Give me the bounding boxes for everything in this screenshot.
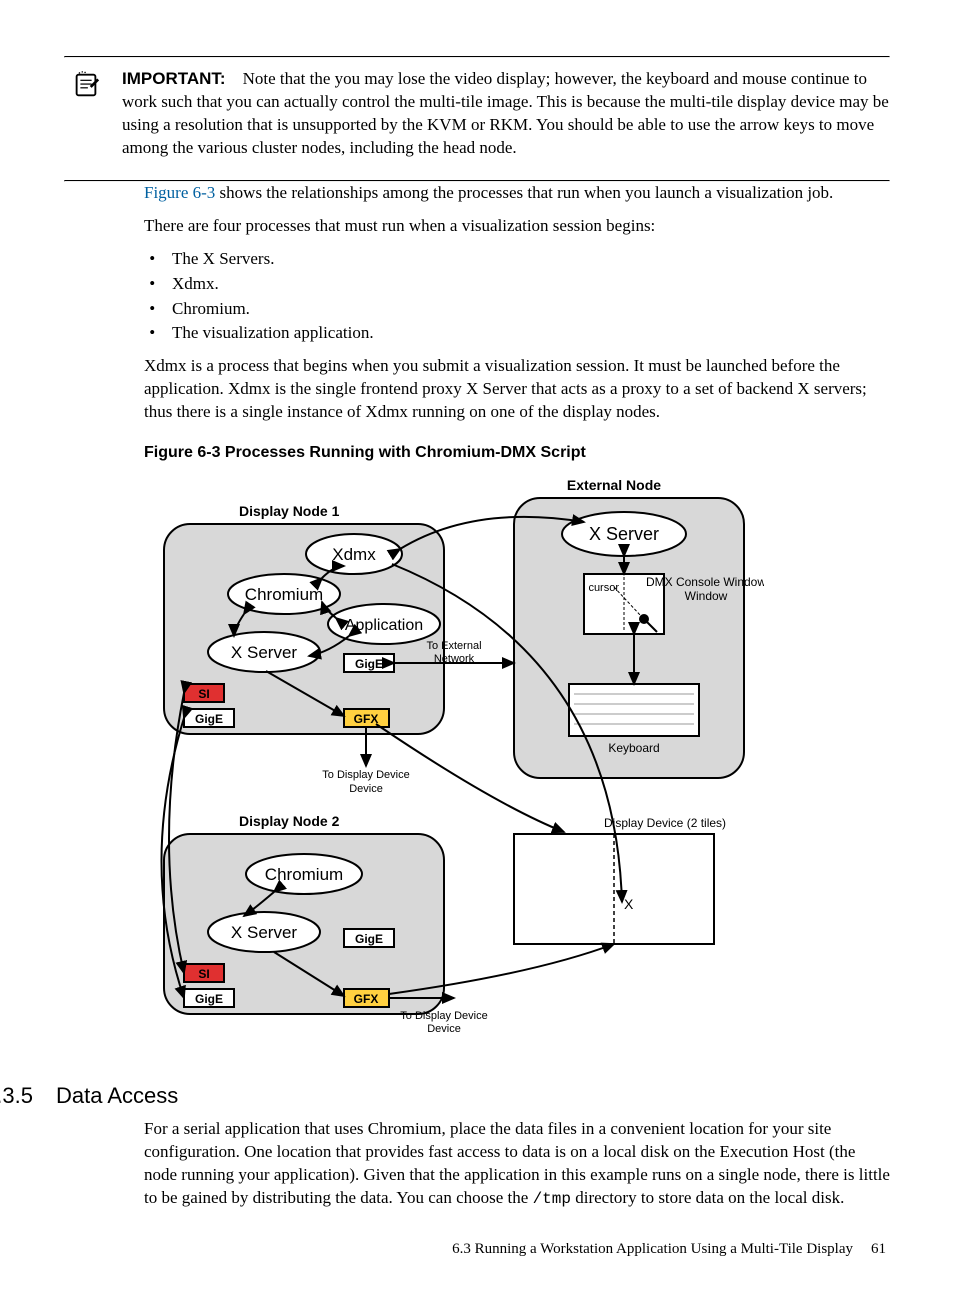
svg-text:GigE: GigE	[355, 657, 383, 671]
svg-text:Chromium: Chromium	[245, 585, 323, 604]
important-note: IMPORTANT: Note that the you may lose th…	[64, 58, 890, 180]
svg-text:Network: Network	[434, 653, 475, 665]
page-footer: 6.3 Running a Workstation Application Us…	[64, 1239, 890, 1259]
paragraph-data-access: For a serial application that uses Chrom…	[144, 1118, 890, 1210]
svg-text:GFX: GFX	[354, 992, 379, 1006]
important-label: IMPORTANT:	[122, 69, 226, 88]
svg-text:Chromium: Chromium	[265, 865, 343, 884]
svg-text:To External: To External	[426, 640, 481, 652]
svg-text:To Display Device: To Display Device	[400, 1010, 487, 1022]
paragraph-figure-ref: Figure 6-3 shows the relationships among…	[144, 182, 890, 205]
section-heading: 6.3.5Data Access	[0, 1081, 890, 1111]
paragraph-xdmx: Xdmx is a process that begins when you s…	[144, 355, 890, 424]
code-tmp: /tmp	[533, 1190, 571, 1208]
svg-text:GFX: GFX	[354, 712, 379, 726]
svg-text:Device: Device	[349, 783, 383, 795]
svg-text:DMX Console Window: DMX Console Window	[646, 575, 764, 589]
svg-text:Display Device (2 tiles): Display Device (2 tiles)	[604, 816, 726, 830]
svg-text:Window: Window	[685, 589, 728, 603]
list-item: Xdmx.	[168, 273, 890, 296]
note-icon	[71, 70, 101, 107]
footer-section-title: 6.3 Running a Workstation Application Us…	[452, 1239, 853, 1259]
svg-text:Keyboard: Keyboard	[608, 741, 659, 755]
svg-text:Display Node 1: Display Node 1	[239, 503, 340, 519]
list-item: The visualization application.	[168, 322, 890, 345]
svg-text:GigE: GigE	[195, 712, 223, 726]
svg-text:Xdmx: Xdmx	[332, 545, 376, 564]
paragraph-four-processes: There are four processes that must run w…	[144, 215, 890, 238]
svg-text:X Server: X Server	[231, 643, 297, 662]
svg-text:Display Node 2: Display Node 2	[239, 813, 340, 829]
list-item: The X Servers.	[168, 248, 890, 271]
figure-caption: Figure 6-3 Processes Running with Chromi…	[144, 442, 890, 464]
process-list: The X Servers. Xdmx. Chromium. The visua…	[144, 248, 890, 346]
svg-text:GigE: GigE	[355, 932, 383, 946]
list-item: Chromium.	[168, 298, 890, 321]
svg-text:SI: SI	[198, 967, 209, 981]
svg-text:X Server: X Server	[589, 524, 659, 544]
important-text: IMPORTANT: Note that the you may lose th…	[122, 68, 890, 160]
svg-text:X: X	[624, 896, 634, 912]
page-number: 61	[871, 1239, 886, 1259]
svg-text:Application: Application	[345, 617, 423, 634]
figure-6-3: External Node X Server cursor DMX Consol…	[144, 474, 890, 1061]
svg-text:Device: Device	[427, 1023, 461, 1035]
svg-text:X Server: X Server	[231, 923, 297, 942]
svg-text:GigE: GigE	[195, 992, 223, 1006]
svg-text:To Display Device: To Display Device	[322, 769, 409, 781]
figure-link[interactable]: Figure 6-3	[144, 183, 215, 202]
svg-text:External Node: External Node	[567, 477, 661, 493]
svg-text:SI: SI	[198, 687, 209, 701]
